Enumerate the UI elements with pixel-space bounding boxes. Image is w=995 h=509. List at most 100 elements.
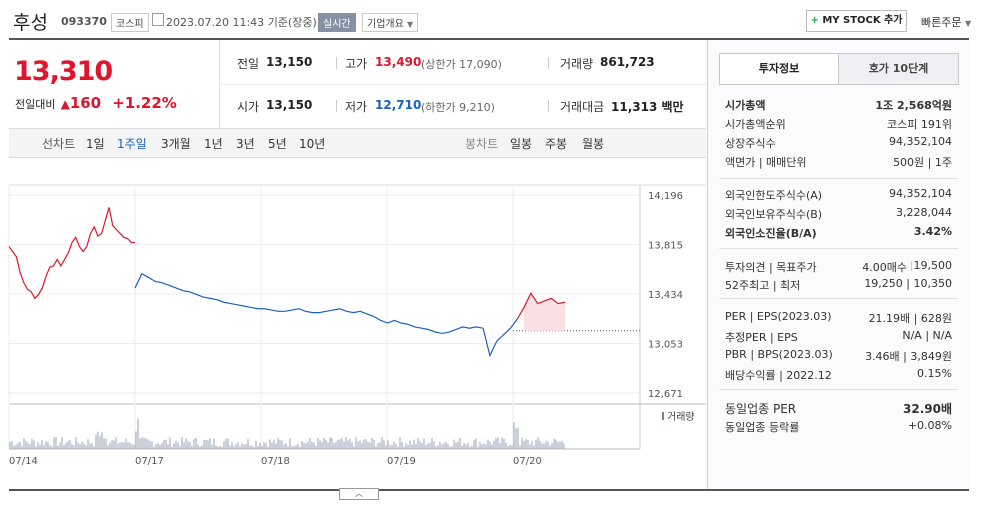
change-value: 160 (69, 94, 102, 112)
sector-per-label[interactable]: 동일업종 PER (725, 400, 796, 417)
company-info-dropdown[interactable]: 기업개요 ▼ (362, 13, 419, 32)
open-value: 13,150 (266, 98, 313, 112)
tab-5year[interactable]: 5년 (268, 135, 287, 152)
price-change: 전일대비 ▲160 +1.22% (15, 93, 177, 112)
x-tick-label: 07/18 (261, 456, 290, 467)
foreign-info-value-1: 3,228,044 (896, 206, 952, 219)
foreign-info-value-0: 94,352,104 (889, 187, 952, 200)
est-label: 추정PER | EPS (725, 331, 798, 344)
x-tick-label: 07/20 (513, 456, 542, 467)
foreign-info-label-2: 외국인소진율(B/A) (725, 227, 817, 240)
y-tick-label: 14,196 (648, 191, 683, 202)
tab-hoga[interactable]: 호가 10단계 (838, 53, 959, 85)
tab-daily[interactable]: 일봉 (510, 135, 532, 152)
div-label: 배당수익률 | 2022.12 (725, 369, 832, 382)
amount-value: 11,313 백만 (611, 100, 684, 114)
lower-limit: (하한가 9,210) (421, 101, 495, 114)
chevron-up-icon: ︿ (355, 489, 363, 498)
stock-info-value-3: 500원 | 1주 (893, 156, 952, 169)
change-pct: +1.22% (112, 94, 177, 112)
foreign-info-value-2: 3.42% (913, 225, 952, 238)
per-value: 21.19배 | 628원 (868, 312, 952, 325)
open-label: 시가 (237, 100, 260, 114)
series-line-0714 (8, 207, 135, 300)
separator (911, 261, 912, 271)
x-tick-label: 07/14 (9, 456, 38, 467)
est-value: N/A | N/A (902, 329, 952, 342)
high-value: 13,490 (375, 55, 422, 69)
divider (719, 389, 958, 390)
opinion-label: 투자의견 | 목표주가 (725, 261, 817, 274)
stock-code: 093370 (61, 15, 107, 28)
tab-1year[interactable]: 1년 (204, 135, 223, 152)
change-label: 전일대비 (15, 98, 56, 111)
tab-1week[interactable]: 1주일 (117, 135, 147, 152)
basis-text: 기준(장중) (267, 16, 317, 29)
datetime-text: 2023.07.20 11:43 (166, 16, 265, 29)
sector-rate-value: +0.08% (907, 419, 952, 432)
tab-invest-info[interactable]: 투자정보 (719, 53, 839, 85)
per-label: PER | EPS(2023.03) (725, 310, 832, 323)
sector-per-value: 32.90배 (903, 402, 952, 416)
separator (548, 100, 549, 112)
volume-legend-swatch (662, 412, 664, 420)
tab-weekly[interactable]: 주봉 (545, 135, 567, 152)
market-badge: 코스피 (111, 13, 149, 32)
y-tick-label: 13,053 (648, 340, 683, 351)
quick-order-button[interactable]: 빠른주문 ▼ (921, 14, 971, 30)
collapse-button[interactable]: ︿ (339, 488, 379, 500)
pbr-value: 3.46배 | 3,849원 (865, 350, 952, 363)
tab-3month[interactable]: 3개월 (161, 135, 191, 152)
y-tick-label: 12,671 (648, 389, 683, 400)
quick-order-label: 빠른주문 (921, 16, 962, 29)
candle-chart-label: 봉차트 (465, 137, 499, 151)
tab-3year[interactable]: 3년 (236, 135, 255, 152)
upper-limit: (상한가 17,090) (421, 58, 502, 71)
low-value: 12,710 (375, 98, 422, 112)
stock-info-value-0: 1조 2,568억원 (875, 99, 952, 112)
volume-legend-label: 거래량 (667, 411, 695, 423)
mystock-add-button[interactable]: + MY STOCK 추가 (806, 10, 907, 32)
separator (336, 57, 337, 69)
separator (336, 100, 337, 112)
realtime-badge[interactable]: 실시간 (318, 13, 356, 32)
price-chart: 14,196 13,815 13,434 13,053 12,671 07/14 07/17… (8, 184, 706, 467)
chevron-down-icon: ▼ (407, 20, 414, 29)
div-value: 0.15% (917, 367, 952, 380)
tab-1day[interactable]: 1일 (86, 135, 105, 152)
company-info-label: 기업개요 (367, 19, 404, 30)
summary-divider (219, 84, 707, 85)
stock-info-label-1: 시가총액순위 (725, 118, 786, 131)
tab-monthly[interactable]: 월봉 (582, 135, 604, 152)
stock-info-label-0: 시가총액 (725, 99, 766, 112)
stock-name: 후성 (13, 12, 48, 34)
52w-value: 19,250 | 10,350 (864, 277, 952, 290)
current-price: 13,310 (14, 56, 113, 87)
low-label: 저가 (345, 100, 368, 114)
sector-rate-label[interactable]: 동일업종 등락률 (725, 419, 799, 435)
prev-label: 전일 (237, 57, 260, 71)
stock-info-value-1: 코스피 191위 (887, 118, 952, 131)
tab-10year[interactable]: 10년 (299, 135, 325, 152)
chevron-down-icon: ▼ (964, 19, 972, 28)
mystock-label: MY STOCK 추가 (822, 15, 903, 26)
x-tick-label: 07/17 (135, 456, 164, 467)
pbr-label: PBR | BPS(2023.03) (725, 348, 833, 361)
y-tick-label: 13,815 (648, 241, 683, 252)
plus-icon: + (810, 15, 819, 26)
separator (548, 57, 549, 69)
stock-info-value-2: 94,352,104 (889, 135, 952, 148)
up-arrow-icon: ▲ (60, 97, 70, 111)
area-fill-up (524, 293, 565, 331)
divider (719, 178, 958, 179)
amount-label: 거래대금 (560, 100, 605, 114)
x-tick-label: 07/19 (387, 456, 416, 467)
y-tick-label: 13,434 (648, 290, 683, 301)
opinion-value: 4.00매수 (862, 261, 907, 274)
foreign-info-label-1: 외국인보유주식수(B) (725, 208, 823, 221)
bottom-divider (9, 489, 969, 491)
foreign-info-label-0: 외국인한도주식수(A) (725, 189, 823, 202)
datetime: 2023.07.20 11:43 기준(장중) (166, 14, 317, 30)
high-label: 고가 (345, 57, 368, 71)
line-chart-label: 선차트 (42, 137, 76, 151)
